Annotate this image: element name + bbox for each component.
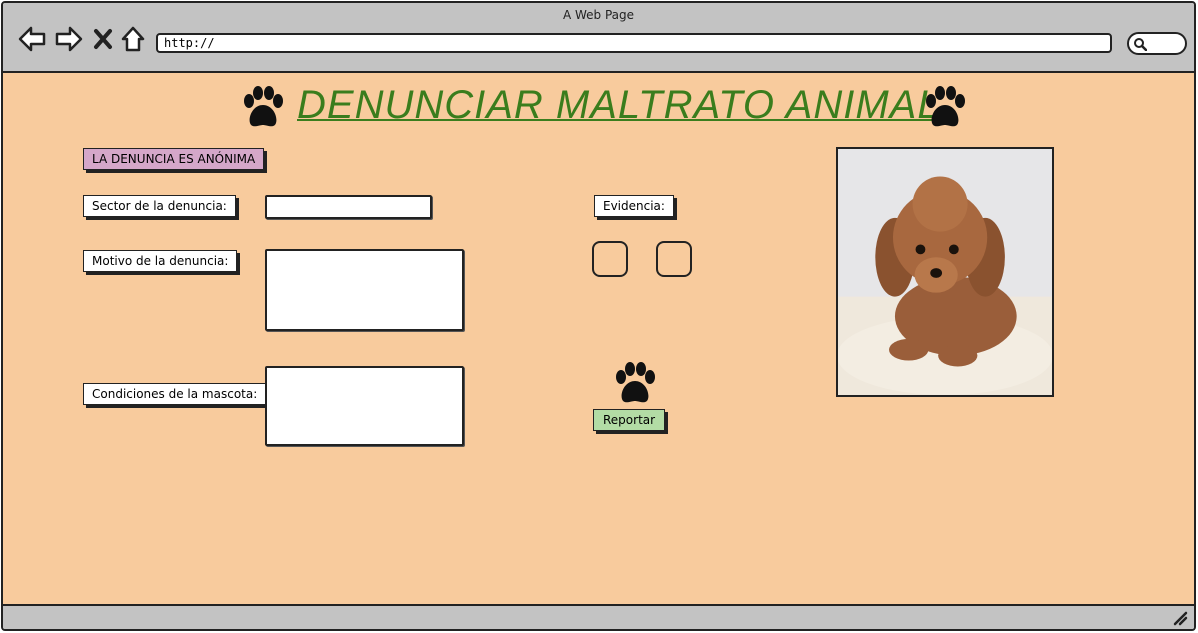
sector-input[interactable] xyxy=(265,195,432,219)
paw-icon xyxy=(926,86,965,127)
evidence-checkbox-1[interactable] xyxy=(592,241,628,277)
back-arrow-icon[interactable] xyxy=(17,25,47,53)
motivo-textarea[interactable] xyxy=(265,249,464,331)
motivo-label: Motivo de la denuncia: xyxy=(83,250,238,272)
dog-photo xyxy=(836,147,1054,397)
paw-icon xyxy=(244,86,283,127)
condiciones-textarea[interactable] xyxy=(265,366,464,446)
search-icon xyxy=(1134,38,1147,51)
browser-search-field[interactable] xyxy=(1127,32,1187,55)
paw-icon xyxy=(616,362,655,403)
home-icon[interactable] xyxy=(119,25,147,53)
close-x-icon[interactable] xyxy=(91,25,115,53)
anonymous-notice-badge: LA DENUNCIA ES ANÓNIMA xyxy=(83,148,265,170)
sector-label: Sector de la denuncia: xyxy=(83,195,236,217)
page-content: DENUNCIAR MALTRATO ANIMAL LA DENUNCIA ES… xyxy=(3,73,1194,606)
forward-arrow-icon[interactable] xyxy=(54,25,84,53)
window-title: A Web Page xyxy=(562,8,635,22)
resize-grip-icon[interactable] xyxy=(1172,610,1188,626)
evidence-checkbox-2[interactable] xyxy=(656,241,692,277)
evidence-label: Evidencia: xyxy=(594,195,674,217)
browser-titlebar: A Web Page http:// xyxy=(3,3,1194,73)
url-bar[interactable]: http:// xyxy=(156,33,1112,53)
browser-statusbar xyxy=(3,604,1194,629)
condiciones-label: Condiciones de la mascota: xyxy=(83,383,267,405)
report-button[interactable]: Reportar xyxy=(593,409,666,431)
page-title: DENUNCIAR MALTRATO ANIMAL xyxy=(297,83,941,127)
browser-window: A Web Page http:// DENUNCIAR MALTRATO AN… xyxy=(1,1,1196,631)
